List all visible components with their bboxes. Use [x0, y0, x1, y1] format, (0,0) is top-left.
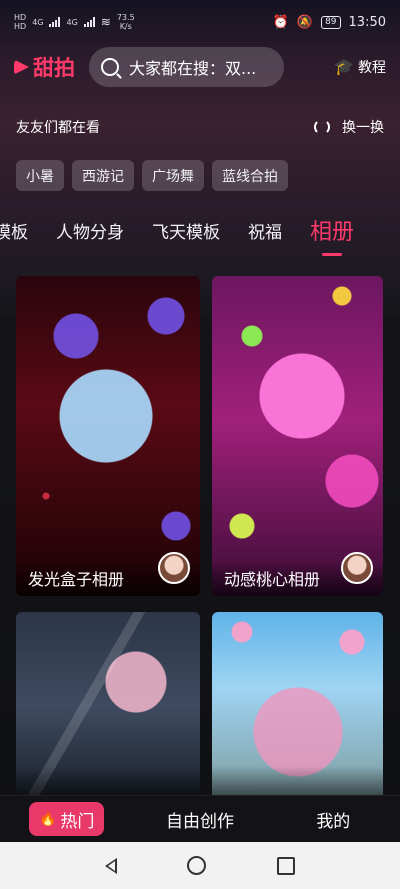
status-left: HD HD 4G 4G ≋ 73.5 K/s: [14, 13, 135, 31]
hd-indicator: HD: [14, 13, 27, 22]
tab-blessing[interactable]: 祝福: [248, 218, 282, 243]
hd-indicator-2: HD: [14, 22, 27, 31]
system-nav-bar: [0, 842, 400, 889]
search-bar[interactable]: 大家都在搜：双...: [89, 47, 284, 87]
app-screen: HD HD 4G 4G ≋ 73.5 K/s ⏰ 🔕 89 13:50 甜拍 大…: [0, 0, 400, 889]
speed-unit: K/s: [119, 22, 132, 31]
category-tabs: 模板 人物分身 飞天模板 祝福 相册: [0, 212, 400, 256]
app-logo: 甜拍: [14, 52, 75, 82]
search-icon: [101, 58, 119, 76]
trending-chips: 小暑 西游记 广场舞 蓝线合拍: [16, 160, 288, 191]
author-avatar[interactable]: [158, 552, 190, 584]
back-icon[interactable]: [105, 857, 118, 874]
speed-value: 73.5: [116, 13, 135, 22]
tab-album[interactable]: 相册: [310, 214, 354, 256]
app-name: 甜拍: [33, 56, 75, 80]
network-type-2: 4G: [66, 17, 78, 27]
nav-mine[interactable]: 我的: [267, 807, 400, 832]
author-avatar[interactable]: [341, 552, 373, 584]
trend-chip[interactable]: 西游记: [72, 160, 134, 191]
nav-hot-pill: 🔥 热门: [28, 802, 105, 836]
alarm-icon: ⏰: [272, 14, 289, 30]
template-grid: 发光盒子相册 动感桃心相册: [16, 276, 384, 802]
template-card[interactable]: 动感桃心相册: [212, 276, 383, 596]
recent-apps-icon[interactable]: [276, 856, 295, 875]
bottom-nav: 🔥 热门 自由创作 我的: [0, 795, 400, 842]
trending-header: 友友们都在看 换一换: [16, 112, 384, 142]
hd-indicator-group: HD HD: [14, 13, 26, 31]
tab-templates[interactable]: 模板: [0, 218, 28, 243]
network-speed: 73.5 K/s: [117, 13, 135, 31]
refresh-button[interactable]: 换一换: [314, 117, 384, 137]
network-type-1: 4G: [32, 17, 44, 27]
refresh-label: 换一换: [342, 120, 384, 136]
tab-person-clone[interactable]: 人物分身: [56, 218, 124, 243]
wifi-icon: ≋: [100, 15, 111, 29]
battery-icon: 89: [321, 15, 341, 29]
trend-chip[interactable]: 广场舞: [142, 160, 204, 191]
tutorial-label: 教程: [358, 60, 386, 76]
template-card[interactable]: [212, 612, 383, 802]
nav-free-create[interactable]: 自由创作: [133, 807, 266, 832]
graduation-cap-icon: 🎓: [334, 57, 354, 76]
mute-icon: 🔕: [296, 14, 314, 30]
logo-play-icon: [14, 59, 29, 75]
trend-chip[interactable]: 小暑: [16, 160, 64, 191]
status-bar: HD HD 4G 4G ≋ 73.5 K/s ⏰ 🔕 89 13:50: [0, 0, 400, 44]
refresh-icon: [314, 119, 330, 135]
nav-hot[interactable]: 🔥 热门: [0, 802, 133, 836]
search-placeholder: 大家都在搜：双...: [129, 59, 257, 78]
nav-hot-label: 热门: [60, 811, 95, 832]
signal-icon-2: [83, 17, 95, 27]
trending-title: 友友们都在看: [16, 120, 100, 136]
fire-icon: 🔥: [38, 811, 57, 827]
clock: 13:50: [348, 14, 386, 30]
tab-flying-template[interactable]: 飞天模板: [152, 218, 220, 243]
tutorial-button[interactable]: 🎓 教程: [334, 57, 386, 77]
status-right: ⏰ 🔕 89 13:50: [273, 15, 386, 30]
template-card[interactable]: 发光盒子相册: [16, 276, 200, 596]
template-card[interactable]: [16, 612, 200, 802]
signal-icon: [49, 17, 61, 27]
home-icon[interactable]: [187, 856, 207, 875]
top-header: 甜拍 大家都在搜：双... 🎓 教程: [0, 44, 400, 90]
trend-chip[interactable]: 蓝线合拍: [212, 160, 288, 191]
